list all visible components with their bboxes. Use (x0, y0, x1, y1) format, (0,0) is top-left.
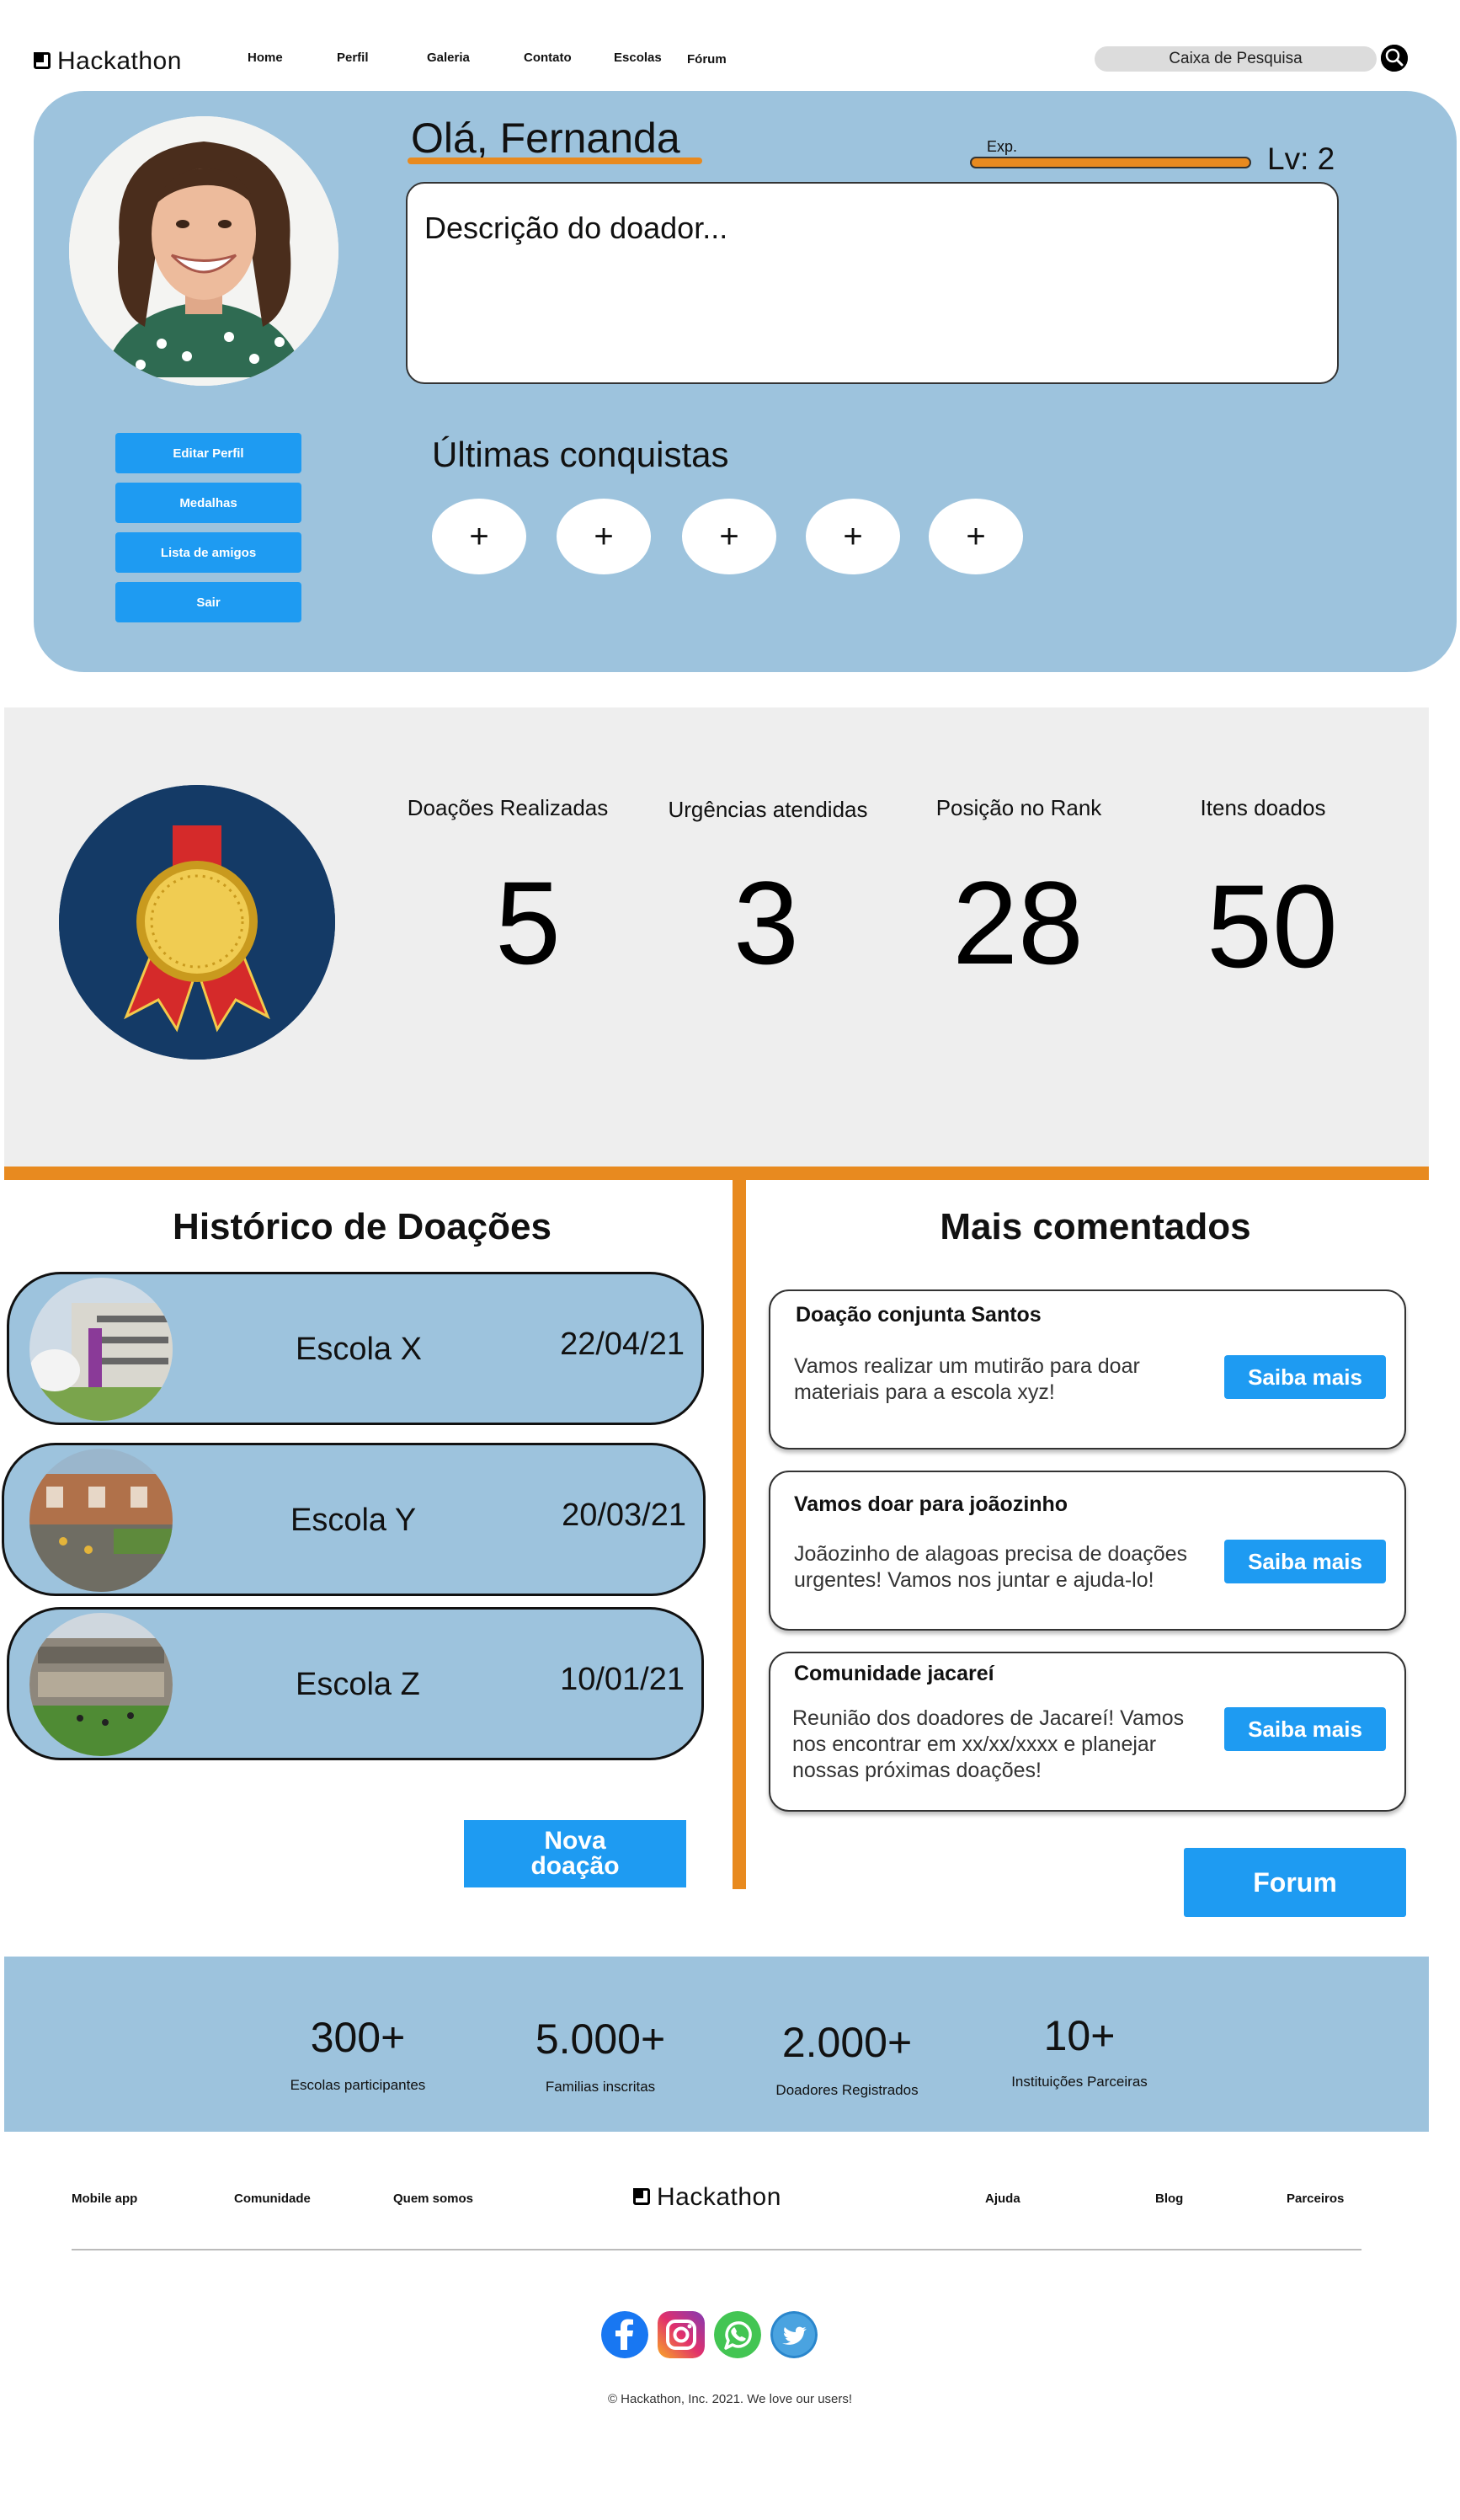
comment-title: Vamos doar para joãozinho (794, 1492, 1068, 1516)
history-row[interactable]: Escola Y 20/03/21 (2, 1443, 706, 1596)
counter-value-donors: 2.000+ (781, 2019, 913, 2066)
nav-link-forum[interactable]: Fórum (687, 52, 727, 67)
instagram-icon[interactable] (658, 2311, 705, 2358)
school-photo (29, 1449, 173, 1592)
learn-more-button[interactable]: Saiba mais (1224, 1355, 1386, 1399)
medal-icon (59, 785, 335, 1060)
history-date: 20/03/21 (562, 1498, 686, 1533)
achievement-slot[interactable]: + (929, 499, 1023, 574)
greeting-title: Olá, Fernanda (411, 115, 680, 162)
comment-text: Vamos realizar um mutirão para doar mate… (794, 1354, 1140, 1404)
stat-value-rank: 28 (952, 857, 1084, 989)
medals-button[interactable]: Medalhas (115, 483, 301, 523)
search-input[interactable]: Caixa de Pesquisa (1095, 46, 1377, 72)
brand-name: Hackathon (57, 47, 182, 75)
comment-card: Vamos doar para joãozinho Joãozinho de a… (769, 1471, 1406, 1631)
comment-card: Comunidade jacareí Reunião dos doadores … (769, 1652, 1406, 1812)
footer-link-quem-somos[interactable]: Quem somos (393, 2192, 473, 2206)
footer-brand-name: Hackathon (657, 2183, 781, 2211)
history-school-name: Escola Y (290, 1503, 417, 1538)
nav-link-perfil[interactable]: Perfil (337, 51, 369, 65)
history-title: Histórico de Doações (173, 1206, 551, 1247)
comment-title: Comunidade jacareí (794, 1662, 994, 1685)
nav-link-contato[interactable]: Contato (524, 51, 572, 65)
donor-description[interactable]: Descrição do doador... (406, 182, 1339, 384)
search-button[interactable] (1381, 45, 1408, 72)
logo-icon (34, 52, 52, 71)
nav-link-home[interactable]: Home (248, 51, 283, 65)
logout-button[interactable]: Sair (115, 582, 301, 622)
achievement-slot[interactable]: + (432, 499, 526, 574)
history-school-name: Escola Z (296, 1667, 420, 1702)
achievements-title: Últimas conquistas (432, 435, 729, 474)
counter-value-institutions: 10+ (1043, 2012, 1116, 2059)
logo-icon (633, 2188, 652, 2207)
achievement-slot[interactable]: + (557, 499, 651, 574)
new-donation-button[interactable]: Nova doação (464, 1820, 686, 1887)
counter-label-institutions: Instituições Parceiras (1011, 2074, 1148, 2090)
footer-logo[interactable]: Hackathon (633, 2183, 781, 2212)
counter-value-schools: 300+ (310, 2014, 406, 2061)
footer-link-comunidade[interactable]: Comunidade (234, 2192, 311, 2206)
comments-title: Mais comentados (940, 1206, 1251, 1247)
comment-text: Reunião dos doadores de Jacareí! Vamos n… (792, 1706, 1185, 1782)
counter-label-schools: Escolas participantes (290, 2077, 426, 2093)
stat-label-urgencies: Urgências atendidas (668, 797, 868, 822)
history-school-name: Escola X (296, 1332, 422, 1367)
history-date: 22/04/21 (560, 1327, 685, 1362)
footer-link-parceiros[interactable]: Parceiros (1287, 2192, 1344, 2206)
section-divider (4, 1167, 1429, 1180)
stat-label-donations: Doações Realizadas (407, 795, 609, 820)
stat-label-items: Itens doados (1200, 795, 1326, 820)
exp-label: Exp. (987, 138, 1018, 155)
stat-value-donations: 5 (495, 857, 561, 989)
counter-label-donors: Doadores Registrados (775, 2082, 919, 2098)
achievement-slot[interactable]: + (682, 499, 776, 574)
learn-more-button[interactable]: Saiba mais (1224, 1540, 1386, 1583)
footer-link-blog[interactable]: Blog (1155, 2192, 1183, 2206)
twitter-icon[interactable] (770, 2311, 818, 2358)
level-label: Lv: 2 (1267, 141, 1335, 176)
whatsapp-icon[interactable] (714, 2311, 761, 2358)
counter-value-families: 5.000+ (535, 2015, 666, 2063)
column-divider (733, 1180, 746, 1889)
school-photo (29, 1613, 173, 1756)
nav-link-galeria[interactable]: Galeria (427, 51, 470, 65)
history-row[interactable]: Escola X 22/04/21 (7, 1272, 704, 1425)
avatar (69, 116, 338, 386)
copyright-text: © Hackathon, Inc. 2021. We love our user… (607, 2392, 853, 2406)
comment-text: Joãozinho de alagoas precisa de doações … (794, 1542, 1188, 1592)
footer-divider (72, 2249, 1361, 2250)
friends-list-button[interactable]: Lista de amigos (115, 532, 301, 573)
stat-label-rank: Posição no Rank (935, 795, 1102, 820)
stat-value-urgencies: 3 (733, 857, 799, 989)
history-date: 10/01/21 (560, 1662, 685, 1697)
footer-link-mobile-app[interactable]: Mobile app (72, 2192, 137, 2206)
nav-link-escolas[interactable]: Escolas (614, 51, 662, 65)
greeting-underline (408, 158, 702, 164)
footer-link-ajuda[interactable]: Ajuda (985, 2192, 1020, 2206)
exp-progress-bar (970, 157, 1251, 168)
facebook-icon[interactable] (601, 2311, 648, 2358)
forum-button[interactable]: Forum (1184, 1848, 1406, 1917)
edit-profile-button[interactable]: Editar Perfil (115, 433, 301, 473)
counter-label-families: Familias inscritas (545, 2079, 656, 2095)
search-icon (1381, 45, 1408, 72)
learn-more-button[interactable]: Saiba mais (1224, 1707, 1386, 1751)
achievement-slot[interactable]: + (806, 499, 900, 574)
stat-value-items: 50 (1207, 860, 1338, 992)
school-photo (29, 1278, 173, 1421)
brand-logo[interactable]: Hackathon (34, 47, 182, 76)
history-row[interactable]: Escola Z 10/01/21 (7, 1607, 704, 1760)
comment-card: Doação conjunta Santos Vamos realizar um… (769, 1289, 1406, 1450)
comment-title: Doação conjunta Santos (796, 1303, 1042, 1327)
